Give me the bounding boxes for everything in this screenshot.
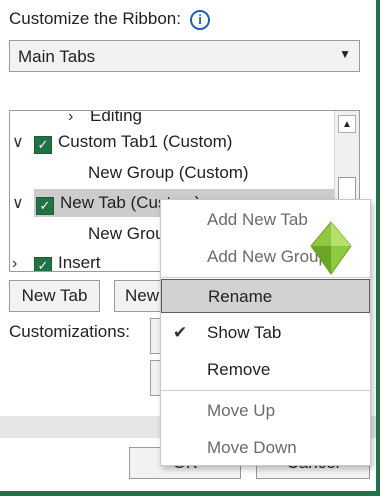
customizations-label: Customizations: [9,322,130,341]
menu-separator [161,277,370,278]
new-tab-button[interactable]: New Tab [9,280,100,312]
scroll-up-arrow-icon[interactable]: ▲ [338,115,356,133]
menu-item-label: Show Tab [207,323,282,342]
info-icon[interactable]: i [190,10,210,30]
ribbon-tabs-select[interactable]: Main Tabs ▼ [9,40,360,72]
tree-item-label: Insert [58,253,101,272]
menu-item-rename[interactable]: Rename [161,279,370,313]
checkbox-checked[interactable]: ✓ [34,257,52,271]
customize-ribbon-label: Customize the Ribbon: [9,9,181,28]
ribbon-tabs-select-value: Main Tabs [18,47,96,66]
pointer-gem-icon [310,221,352,275]
chevron-down-icon[interactable]: ∨ [12,129,34,157]
tree-item-new-group-custom[interactable]: New Group (Custom) [88,159,249,187]
menu-item-move-down[interactable]: Move Down [161,431,370,465]
tree-item-insert[interactable]: › ✓ Insert [12,249,101,272]
window-border-right [376,0,380,496]
chevron-down-icon[interactable]: ∨ [12,190,34,218]
tree-item-label: New Group (Custom) [88,163,249,182]
menu-item-label: Move Down [207,438,297,457]
menu-separator [161,390,370,391]
window-border-bottom [0,491,380,496]
menu-item-show-tab[interactable]: ✔ Show Tab [161,316,370,350]
chevron-right-icon[interactable]: › [12,250,34,271]
checkbox-checked[interactable]: ✓ [34,136,52,154]
menu-item-remove[interactable]: Remove [161,353,370,387]
tree-item-custom-tab1[interactable]: ∨ ✓ Custom Tab1 (Custom) [12,128,232,156]
menu-item-label: Rename [208,287,273,306]
tree-item-editing[interactable]: › Editing [68,110,142,130]
tree-item-label: Editing [90,110,142,125]
menu-item-label: Move Up [207,401,276,420]
tree-item-label: Custom Tab1 (Custom) [58,132,233,151]
menu-item-label: Add New Tab [207,210,308,229]
menu-item-move-up[interactable]: Move Up [161,394,370,428]
checkbox-checked[interactable]: ✓ [36,197,54,215]
checkmark-icon: ✔ [173,323,188,342]
menu-item-label: Remove [207,360,271,379]
chevron-down-icon: ▼ [339,47,351,61]
